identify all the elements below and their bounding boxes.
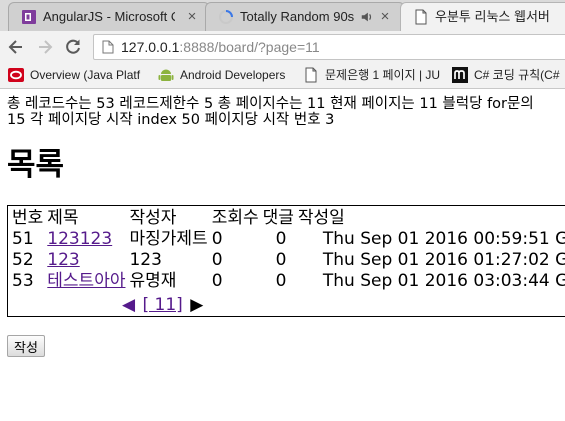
post-title-link[interactable]: 테스트아아 (47, 271, 125, 291)
post-title-link[interactable]: 123123 (47, 229, 112, 249)
board-list: 번호 제목 작성자 조회수 댓글 작성일 51 123123 마징가제트 0 0… (7, 205, 565, 317)
browser-toolbar: 127.0.0.1:8888/board/?page=11 (0, 31, 565, 63)
url-text[interactable]: 127.0.0.1:8888/board/?page=11 (121, 39, 320, 55)
post-title-link[interactable]: 123 (47, 250, 79, 270)
column-header-date: 작성일 (297, 208, 345, 228)
post-author: 123 (129, 250, 162, 270)
msdn-icon (452, 67, 468, 83)
reload-icon[interactable] (63, 37, 83, 57)
post-number: 52 (12, 250, 34, 270)
page-content: 총 레코드수는 53 레코드제한수 5 총 페이지수는 11 현재 페이지는 1… (0, 89, 565, 421)
post-views: 0 (211, 250, 223, 270)
column-header-number: 번호 (12, 208, 44, 228)
bookmark-label: Overview (Java Platf (30, 68, 141, 82)
tab-close-icon[interactable]: × (185, 9, 199, 25)
speaker-icon[interactable] (360, 10, 374, 24)
post-author: 유명재 (129, 271, 177, 291)
post-views: 0 (211, 271, 223, 291)
summary-line-2: 15 각 페이지당 시작 index 50 페이지당 시작 번호 3 (7, 112, 335, 128)
document-icon (305, 67, 317, 83)
url-path: :8888/board/?page=11 (179, 39, 320, 55)
loading-spinner-icon (219, 10, 233, 24)
page-title: 목록 (7, 147, 65, 183)
bookmarks-bar: Overview (Java Platf Android Developers … (0, 63, 565, 89)
post-date: Thu Sep 01 2016 00:59:51 GMT+0900 (322, 229, 565, 249)
table-row: 51 123123 마징가제트 0 0 Thu Sep 01 2016 00:5… (11, 230, 565, 249)
board-table: 번호 제목 작성자 조회수 댓글 작성일 51 123123 마징가제트 0 0… (9, 207, 565, 293)
bookmark-android-developers[interactable]: Android Developers (158, 67, 298, 84)
tab-title: Totally Random 90s (240, 9, 355, 24)
column-header-views: 조회수 (211, 208, 259, 228)
back-arrow-icon[interactable] (6, 37, 26, 57)
bookmark-csharp-coding-rules[interactable]: C# 코딩 규칙(C# (452, 67, 565, 84)
post-date: Thu Sep 01 2016 01:27:02 GMT+0900 (322, 250, 565, 270)
pagination: ◀ [ 11] ▶ (122, 295, 203, 315)
write-button[interactable]: 작성 (7, 335, 45, 357)
onenote-icon (22, 10, 36, 24)
android-icon (158, 69, 174, 81)
bookmark-label: Android Developers (180, 68, 286, 82)
bookmark-label: 문제은행 1 페이지 | JU (325, 68, 440, 82)
post-number: 53 (12, 271, 34, 291)
column-header-title: 제목 (47, 208, 79, 228)
post-comments: 0 (275, 271, 287, 291)
tab-angularjs[interactable]: AngularJS - Microsoft O × (8, 2, 210, 31)
post-views: 0 (211, 229, 223, 249)
next-page-arrow[interactable]: ▶ (190, 295, 203, 315)
url-host: 127.0.0.1 (121, 39, 180, 55)
post-number: 51 (12, 229, 34, 249)
bookmark-label: C# 코딩 규칙(C# (474, 68, 560, 82)
table-row: 53 테스트아아 유명재 0 0 Thu Sep 01 2016 03:03:4… (11, 272, 565, 291)
post-date: Thu Sep 01 2016 03:03:44 GMT+0900 (322, 271, 565, 291)
table-row: 52 123 123 0 0 Thu Sep 01 2016 01:27:02 … (11, 251, 565, 270)
tab-title: AngularJS - Microsoft O (43, 9, 175, 24)
page-info-icon[interactable] (102, 40, 114, 54)
post-author: 마징가제트 (129, 229, 208, 249)
post-comments: 0 (275, 250, 287, 270)
column-header-comments: 댓글 (262, 208, 294, 228)
post-comments: 0 (275, 229, 287, 249)
column-header-author: 작성자 (129, 208, 177, 228)
document-icon (415, 9, 427, 25)
forward-arrow-icon[interactable] (35, 37, 55, 57)
tab-title: 우분투 리눅스 웹서버 (435, 9, 550, 24)
oracle-icon (8, 68, 24, 82)
summary-line-1: 총 레코드수는 53 레코드제한수 5 총 페이지수는 11 현재 페이지는 1… (7, 96, 534, 112)
prev-page-arrow[interactable]: ◀ (122, 295, 135, 315)
tab-close-icon[interactable]: × (378, 9, 392, 25)
tab-strip: AngularJS - Microsoft O × Totally Random… (0, 0, 565, 32)
bookmark-question-bank[interactable]: 문제은행 1 페이지 | JU (303, 67, 440, 84)
tab-youtube[interactable]: Totally Random 90s × (205, 2, 405, 31)
tab-ubuntu-webserver[interactable]: 우분투 리눅스 웹서버 (400, 2, 565, 31)
current-page-link[interactable]: [ 11] (142, 295, 182, 315)
address-bar[interactable]: 127.0.0.1:8888/board/?page=11 (93, 34, 565, 60)
bookmark-java-overview[interactable]: Overview (Java Platf (8, 67, 145, 84)
table-header-row: 번호 제목 작성자 조회수 댓글 작성일 (11, 209, 565, 228)
paging-summary: 총 레코드수는 53 레코드제한수 5 총 페이지수는 11 현재 페이지는 1… (7, 96, 565, 128)
